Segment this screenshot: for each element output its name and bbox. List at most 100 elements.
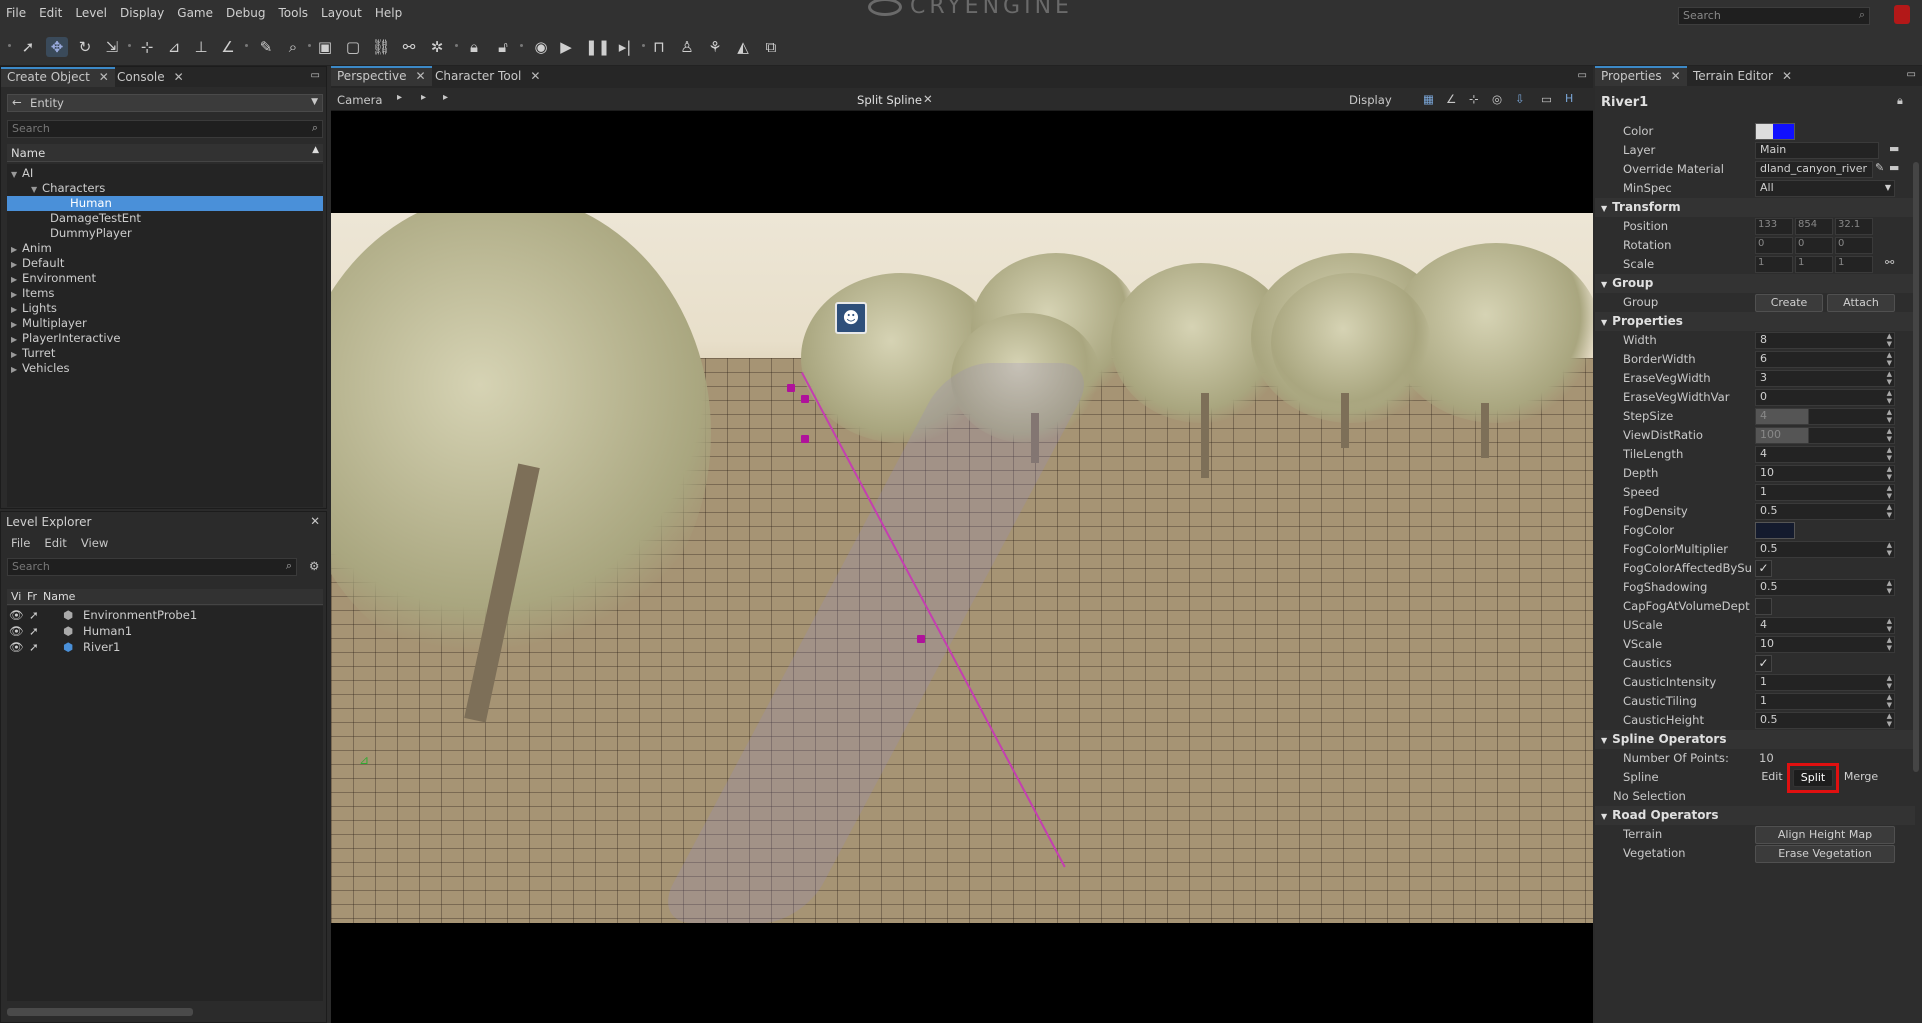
display-dropdown[interactable]: Display [1349,93,1392,107]
caustictiling-field[interactable]: 1 ▲ ▼ [1755,693,1895,710]
camera-dropdown[interactable]: Camera [337,93,383,107]
minspec-select[interactable]: All ▼ [1755,180,1895,197]
rotation-z[interactable]: 0 [1835,237,1873,254]
vscale-field[interactable]: 10 ▲ ▼ [1755,636,1895,653]
move-icon[interactable]: ✥ [46,37,68,57]
erasevegwidth-field[interactable]: 3 ▲ ▼ [1755,370,1895,387]
folder-icon[interactable]: ▬ [1889,161,1899,174]
link-icon[interactable]: ⛓ [370,37,392,57]
chevron-right-icon[interactable]: ▸ [421,92,426,103]
tree-item-environment[interactable]: ▶ Environment [11,271,96,286]
scale-icon[interactable]: ⇲ [101,37,123,57]
close-icon[interactable]: ✕ [923,92,933,106]
menu-layout[interactable]: Layout [321,6,362,20]
width-field[interactable]: 8 ▲ ▼ [1755,332,1895,349]
menu-display[interactable]: Display [120,6,164,20]
spline-point[interactable] [787,384,795,392]
snap-angle-icon[interactable]: ∠ [217,37,239,57]
back-icon[interactable]: ← [12,95,22,109]
tree-item-dummyplayer[interactable]: DummyPlayer [50,226,132,241]
spline-point[interactable] [801,395,809,403]
close-icon[interactable]: ✕ [99,70,109,84]
section-spline-operators[interactable]: ▼ Spline Operators [1595,730,1915,749]
gear-icon[interactable]: ⚙ [309,559,319,573]
spline-point[interactable] [917,635,925,643]
tree-item-human[interactable]: Human [7,196,323,211]
uscale-field[interactable]: 4 ▲ ▼ [1755,617,1895,634]
eye-icon[interactable]: 👁︎ [9,624,24,638]
speed-field[interactable]: 1 ▲ ▼ [1755,484,1895,501]
camera-speed-icon[interactable]: ◎ [1492,92,1502,106]
tilelength-field[interactable]: 4 ▲ ▼ [1755,446,1895,463]
terrain-follow-icon[interactable]: ⇩ [1515,92,1525,106]
properties-scrollbar[interactable] [1913,162,1919,772]
close-icon[interactable]: ✕ [1671,69,1681,83]
menu-game[interactable]: Game [177,6,213,20]
material-pick-icon[interactable]: ✎ [1875,161,1884,174]
maximize-icon[interactable]: ▭ [1907,69,1916,80]
fogcolor-swatch[interactable] [1755,522,1795,539]
category-select[interactable]: ← Entity ▼ [7,94,323,112]
close-icon[interactable]: ✕ [416,69,426,83]
snap-terrain-icon[interactable]: ⊿ [163,37,185,57]
viewport[interactable]: ⊿ ☻ [331,89,1593,1023]
paint-icon[interactable]: ✎ [255,37,277,57]
frame-icon[interactable]: ⊓ [648,37,670,57]
color-swatch[interactable] [1755,123,1795,140]
layer-field[interactable]: Main [1755,142,1879,159]
chevron-right-icon[interactable]: ▸ [397,92,402,103]
capfog-checkbox[interactable] [1755,598,1772,615]
top-search-input[interactable]: Search ⌕ [1678,7,1870,25]
layout-icon[interactable]: ▭ [1541,92,1552,106]
fogdensity-field[interactable]: 0.5 ▲ ▼ [1755,503,1895,520]
maximize-icon[interactable]: ▭ [1578,70,1587,81]
tab-console[interactable]: Console ✕ [111,67,190,87]
le-menu-view[interactable]: View [81,536,109,550]
fogcolormultiplier-field[interactable]: 0.5 ▲ ▼ [1755,541,1895,558]
angle-icon[interactable]: ∠ [1446,92,1456,106]
scale-y[interactable]: 1 [1795,256,1833,273]
causticintensity-field[interactable]: 1 ▲ ▼ [1755,674,1895,691]
level-row-environmentprobe1[interactable]: 👁︎ ➚ ⬢ EnvironmentProbe1 [7,608,323,623]
terrain-icon[interactable]: ◭ [732,37,754,57]
tree-item-vehicles[interactable]: ▶ Vehicles [11,361,70,376]
link-icon[interactable]: ⚯ [1885,256,1894,269]
group-create-button[interactable]: Create [1755,294,1823,312]
stepsize-slider[interactable]: 4 ▲ ▼ [1755,408,1895,425]
tree-item-lights[interactable]: ▶ Lights [11,301,57,316]
unlock-icon[interactable]: 🔓︎ [492,37,514,57]
spline-point[interactable] [801,435,809,443]
spline-edit-button[interactable]: Edit [1757,769,1787,787]
depth-field[interactable]: 10 ▲ ▼ [1755,465,1895,482]
fogshadowing-field[interactable]: 0.5 ▲ ▼ [1755,579,1895,596]
close-icon[interactable]: ✕ [174,70,184,84]
cursor-icon[interactable]: ➚ [29,624,39,638]
tree-item-damagetestent[interactable]: DamageTestEnt [50,211,141,226]
erasevegwidthvar-field[interactable]: 0 ▲ ▼ [1755,389,1895,406]
tree-item-ai[interactable]: ▼ AI [11,166,33,181]
tab-create-object[interactable]: Create Object ✕ [1,67,115,87]
section-road-operators[interactable]: ▼ Road Operators [1595,806,1915,825]
tree-item-multiplayer[interactable]: ▶ Multiplayer [11,316,87,331]
erase-vegetation-button[interactable]: Erase Vegetation [1755,845,1895,863]
vegetation-icon[interactable]: ⚘ [704,37,726,57]
tree-item-playerinteractive[interactable]: ▶ PlayerInteractive [11,331,121,346]
menu-tools[interactable]: Tools [278,6,308,20]
tab-character-tool[interactable]: Character Tool ✕ [429,66,546,86]
caustics-checkbox[interactable]: ✓ [1755,655,1772,672]
character-icon[interactable]: ♙ [676,37,698,57]
spline-merge-button[interactable]: Merge [1841,769,1881,787]
unlink-icon[interactable]: ⚯ [398,37,420,57]
level-search-input[interactable]: Search ⌕ [7,558,297,576]
rotate-icon[interactable]: ↻ [74,37,96,57]
lock-icon[interactable]: 🔒︎ [1897,94,1903,108]
physics-icon[interactable]: ✲ [426,37,448,57]
position-z[interactable]: 32.1 [1835,218,1873,235]
game-mode-icon[interactable]: ◉ [530,37,552,57]
material-field[interactable]: dland_canyon_river [1755,161,1873,178]
position-y[interactable]: 854 [1795,218,1833,235]
menu-file[interactable]: File [6,6,26,20]
flowgraph-icon[interactable]: ⧉ [760,37,782,57]
rotation-x[interactable]: 0 [1755,237,1793,254]
cursor-icon[interactable]: ➚ [29,608,39,622]
